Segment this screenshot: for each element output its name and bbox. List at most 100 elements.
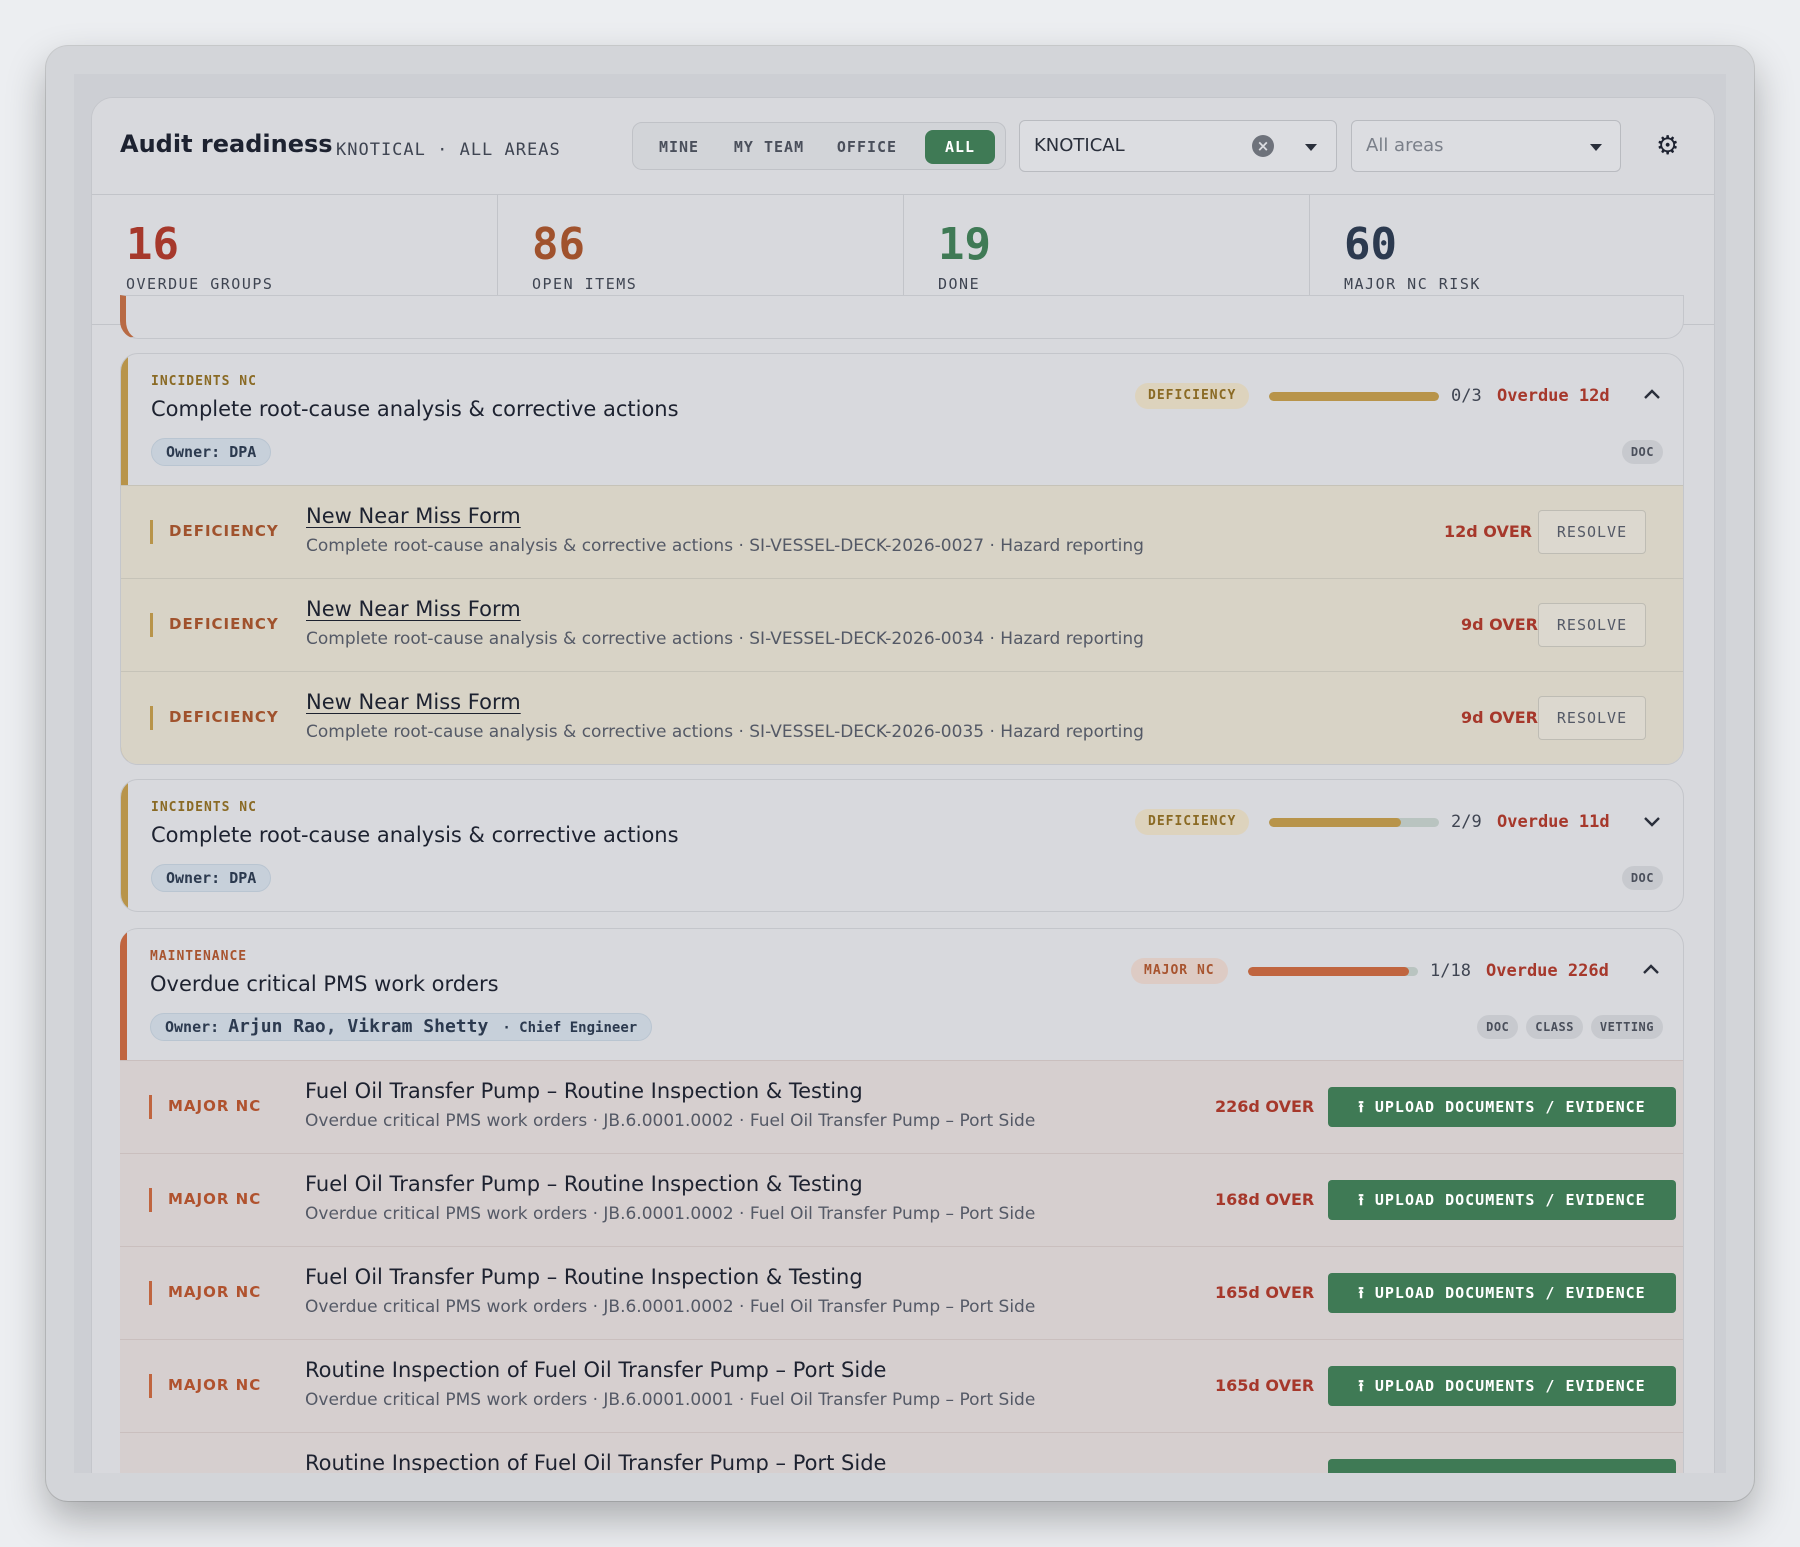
item-title[interactable]: Fuel Oil Transfer Pump – Routine Inspect… [305, 1079, 863, 1103]
clear-icon[interactable]: × [1252, 135, 1274, 157]
progress-count: 2/9 [1451, 812, 1482, 832]
severity-marker [149, 1281, 152, 1305]
item-overdue: 12d OVER [1444, 522, 1533, 541]
tag-class: CLASS [1526, 1015, 1583, 1039]
resolve-button[interactable]: RESOLVE [1538, 510, 1646, 554]
stat-label: OVERDUE GROUPS [126, 275, 274, 293]
stat-value: 86 [532, 219, 585, 270]
severity-marker [150, 613, 153, 637]
group-list: INCIDENTS NC Complete root-cause analysi… [92, 295, 1714, 1473]
tag-list: DOC CLASS VETTING [1477, 1015, 1663, 1039]
item-overdue: 168d OVER [1215, 1190, 1315, 1209]
item-overdue: 9d OVER [1461, 708, 1538, 727]
severity-badge: MAJOR NC [1131, 958, 1228, 984]
resolve-button[interactable]: RESOLVE [1538, 603, 1646, 647]
owner-chip: Owner: DPA [151, 864, 272, 892]
list-item: Routine Inspection of Fuel Oil Transfer … [120, 1432, 1683, 1473]
group-header[interactable]: INCIDENTS NC Complete root-cause analysi… [121, 780, 1683, 911]
progress-count: 0/3 [1451, 386, 1482, 406]
scope-tab-all[interactable]: ALL [925, 130, 995, 164]
overdue-label: Overdue 11d [1497, 812, 1610, 832]
item-severity: MAJOR NC [168, 1283, 262, 1301]
vessel-select[interactable]: KNOTICAL × [1019, 120, 1337, 172]
severity-marker [149, 1188, 152, 1212]
stat-label: MAJOR NC RISK [1344, 275, 1481, 293]
page-title: Audit readiness [120, 130, 333, 158]
scope-tab-office[interactable]: OFFICE [821, 130, 913, 164]
item-title[interactable]: Routine Inspection of Fuel Oil Transfer … [305, 1358, 886, 1382]
app-window: Audit readiness KNOTICAL · ALL AREAS MIN… [46, 46, 1754, 1501]
group-header[interactable]: INCIDENTS NC Complete root-cause analysi… [121, 354, 1683, 485]
panel-header: Audit readiness KNOTICAL · ALL AREAS MIN… [92, 98, 1714, 195]
stat-label: DONE [938, 275, 981, 293]
upload-evidence-button[interactable]: ⭱ UPLOAD DOCUMENTS / EVIDENCE [1328, 1087, 1676, 1127]
upload-button-label: UPLOAD DOCUMENTS / EVIDENCE [1374, 1191, 1646, 1209]
upload-evidence-button[interactable]: ⭱ UPLOAD DOCUMENTS / EVIDENCE [1328, 1180, 1676, 1220]
group-header[interactable]: MAINTENANCE Overdue critical PMS work or… [120, 929, 1683, 1060]
group-title: Complete root-cause analysis & correctiv… [151, 397, 679, 421]
item-subtitle: Overdue critical PMS work orders · JB.6.… [305, 1390, 1036, 1410]
chevron-up-icon[interactable] [1641, 384, 1663, 406]
upload-icon: ⭱ [1358, 1283, 1365, 1302]
progress-fill [1248, 967, 1409, 976]
progress-fill [1269, 392, 1439, 401]
item-subtitle: Overdue critical PMS work orders · JB.6.… [305, 1111, 1036, 1131]
stat-value: 16 [126, 219, 179, 270]
list-item: DEFICIENCY New Near Miss Form Complete r… [121, 671, 1683, 764]
tag-vetting: VETTING [1590, 1015, 1663, 1039]
upload-button-label: UPLOAD DOCUMENTS / EVIDENCE [1374, 1098, 1646, 1116]
chevron-up-icon[interactable] [1640, 959, 1662, 981]
chevron-down-icon[interactable] [1641, 810, 1663, 832]
item-overdue: 9d OVER [1461, 615, 1538, 634]
item-overdue: 165d OVER [1215, 1283, 1315, 1302]
list-item: MAJOR NC Routine Inspection of Fuel Oil … [120, 1339, 1683, 1432]
scope-segmented-control: MINE MY TEAM OFFICE ALL [632, 122, 1006, 170]
tag-list: DOC [1621, 866, 1663, 890]
item-subtitle: Complete root-cause analysis & correctiv… [306, 722, 1144, 742]
area-select[interactable]: All areas [1351, 120, 1621, 172]
scope-tab-mine[interactable]: MINE [641, 130, 717, 164]
item-title-link[interactable]: New Near Miss Form [306, 597, 521, 621]
item-severity: DEFICIENCY [169, 615, 279, 633]
item-title[interactable]: Fuel Oil Transfer Pump – Routine Inspect… [305, 1265, 863, 1289]
group-title: Complete root-cause analysis & correctiv… [151, 823, 679, 847]
tag-doc: DOC [1621, 866, 1663, 890]
group-card: INCIDENTS NC Complete root-cause analysi… [120, 779, 1684, 912]
severity-marker [149, 1095, 152, 1119]
list-item: DEFICIENCY New Near Miss Form Complete r… [121, 485, 1683, 578]
item-title-link[interactable]: New Near Miss Form [306, 690, 521, 714]
item-subtitle: Overdue critical PMS work orders · JB.6.… [305, 1204, 1036, 1224]
item-severity: MAJOR NC [168, 1190, 262, 1208]
upload-evidence-button[interactable]: ⭱ UPLOAD DOCUMENTS / EVIDENCE [1328, 1273, 1676, 1313]
list-item: MAJOR NC Fuel Oil Transfer Pump – Routin… [120, 1246, 1683, 1339]
overdue-label: Overdue 12d [1497, 386, 1610, 406]
item-severity: DEFICIENCY [169, 708, 279, 726]
severity-badge: DEFICIENCY [1135, 809, 1250, 835]
progress-bar [1248, 967, 1418, 976]
group-title: Overdue critical PMS work orders [150, 972, 499, 996]
scope-tab-my-team[interactable]: MY TEAM [721, 130, 817, 164]
item-title[interactable]: Fuel Oil Transfer Pump – Routine Inspect… [305, 1172, 863, 1196]
gear-icon[interactable]: ⚙ [1656, 132, 1679, 158]
previous-group-card [120, 295, 1684, 339]
list-item: MAJOR NC Fuel Oil Transfer Pump – Routin… [120, 1153, 1683, 1246]
item-overdue: 165d OVER [1215, 1376, 1315, 1395]
item-severity: DEFICIENCY [169, 522, 279, 540]
chevron-down-icon[interactable] [1305, 144, 1317, 151]
item-subtitle: Complete root-cause analysis & correctiv… [306, 536, 1144, 556]
group-category: MAINTENANCE [150, 949, 248, 964]
progress-count: 1/18 [1430, 961, 1471, 981]
item-overdue: 226d OVER [1215, 1097, 1315, 1116]
item-title-link[interactable]: New Near Miss Form [306, 504, 521, 528]
tag-doc: DOC [1621, 440, 1663, 464]
upload-button-label: UPLOAD DOCUMENTS / EVIDENCE [1374, 1284, 1646, 1302]
upload-icon: ⭱ [1358, 1190, 1365, 1209]
item-subtitle: Overdue critical PMS work orders · JB.6.… [305, 1297, 1036, 1317]
item-title[interactable]: Routine Inspection of Fuel Oil Transfer … [305, 1451, 886, 1473]
upload-evidence-button[interactable]: ⭱ UPLOAD DOCUMENTS / EVIDENCE [1328, 1366, 1676, 1406]
resolve-button[interactable]: RESOLVE [1538, 696, 1646, 740]
upload-button-label: UPLOAD DOCUMENTS / EVIDENCE [1374, 1377, 1646, 1395]
upload-evidence-button[interactable] [1328, 1459, 1676, 1473]
chevron-down-icon[interactable] [1590, 144, 1602, 151]
app-content: Audit readiness KNOTICAL · ALL AREAS MIN… [74, 74, 1726, 1473]
